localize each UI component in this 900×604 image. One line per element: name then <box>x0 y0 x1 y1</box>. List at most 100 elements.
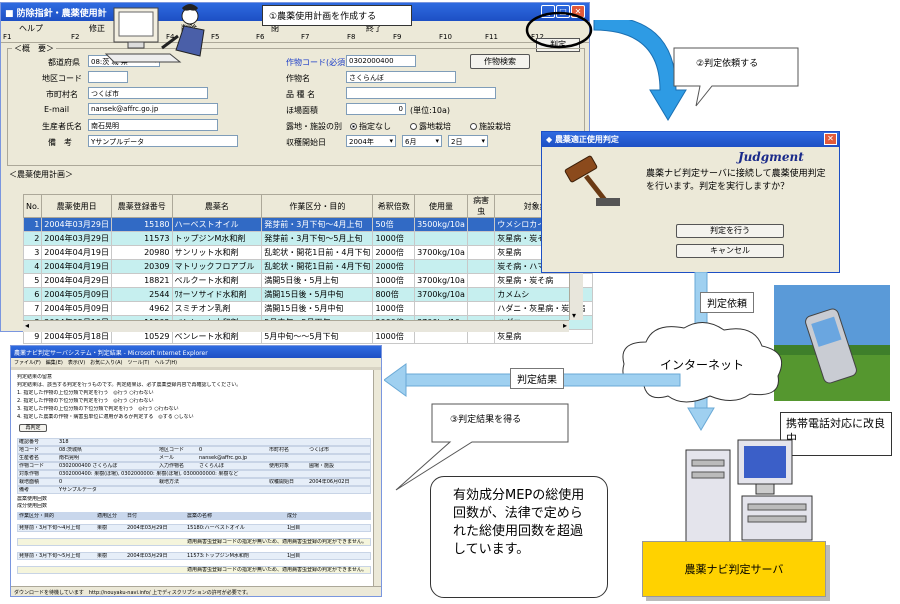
summary-value: nansek@affrc.go.jp <box>199 455 248 461</box>
chevron-down-icon: ▾ <box>435 137 439 145</box>
start-day-select[interactable]: 2日 ▾ <box>448 135 488 147</box>
radio-greenhouse[interactable]: 施設栽培 <box>470 121 511 132</box>
table-cell <box>466 245 496 260</box>
judgment-note-line: 4. 指定した農薬の作物・病害虫単位に適用があるか判定する ◎する ○しない <box>17 414 194 420</box>
scroll-right-icon[interactable]: ▸ <box>563 321 567 330</box>
summary-value: 南石晃明 <box>59 455 80 461</box>
fkey-label: F1 <box>3 33 12 41</box>
table-cell: 2004年03月29日 <box>41 231 112 246</box>
field-area-unit: (単位:10a) <box>410 106 451 115</box>
col-header[interactable]: 希釈倍数 <box>372 194 416 218</box>
judgment-note-line: 判定結果の留意 <box>17 374 53 380</box>
window-title: 防除指針・農薬使用計 <box>16 9 107 19</box>
server-label-box: 農薬ナビ判定サーバ <box>642 541 826 597</box>
table-cell: 1000倍 <box>372 231 416 246</box>
summary-label: 備考 <box>19 487 30 493</box>
area-label: 地区コード <box>42 74 82 83</box>
crop-name-label: 作物名 <box>286 74 310 83</box>
table-row[interactable]: 3 2004年04月19日 20980 サンリット水和剤 乱蛇状・開花1日前・4月下旬 2… <box>22 245 593 260</box>
table-row[interactable]: 5 2004年04月29日 18821 ベルクート水和剤 満開5日後・5月上旬 1000倍… <box>22 273 593 288</box>
menu-help[interactable]: ヘルプ <box>19 23 43 34</box>
crop-search-button[interactable]: 作物検索 <box>470 54 530 69</box>
judgment-note-line: 3. 指定した作物の上位分類の下位分類で判定を行う ◎行う ○行わない <box>17 406 179 412</box>
col-header[interactable]: 作業区分・目的 <box>261 194 374 218</box>
table-cell: 発芽前・3月下旬～4月上旬 <box>261 217 374 232</box>
horizontal-scrollbar[interactable]: ◂ ▸ <box>23 320 569 332</box>
table-row[interactable]: 4 2004年04月19日 20309 マトリックフロアブル 乱蛇状・開花1日前・4月下… <box>22 259 593 274</box>
summary-label: 生産者名 <box>19 455 40 461</box>
table-cell: ﾜｵーソサイド水和剤 <box>171 287 263 302</box>
field-area-input[interactable]: 0 <box>346 103 406 115</box>
callout-request-judgment: ②判定依頼する <box>696 59 759 69</box>
table-cell: 800倍 <box>372 287 416 302</box>
table-cell: 2000倍 <box>372 259 416 274</box>
browser-menubar[interactable]: ファイル(F) 編集(E) 表示(V) お気に入り(A) ツール(T) ヘルプ(… <box>11 358 381 367</box>
radio-open-field[interactable]: 露地栽培 <box>410 121 451 132</box>
table-cell <box>466 217 496 232</box>
remarks-input[interactable]: Yサンプルデータ <box>88 135 238 147</box>
table-row[interactable]: 2 2004年03月29日 11573 トップジンM水和剤 発芽前・3月下旬～5月上旬 1… <box>22 231 593 246</box>
table-cell: 18821 <box>111 273 173 288</box>
highlight-circle <box>525 11 593 49</box>
table-cell <box>466 259 496 274</box>
col-header[interactable]: 農薬使用日 <box>41 194 112 218</box>
table-cell: 2004年05月09日 <box>41 287 112 302</box>
dialog-close-button[interactable]: ✕ <box>824 133 837 145</box>
browser-statusbar: ダウンロードを待機しています http://nouyaku-navi.info/… <box>11 586 381 596</box>
table-row[interactable]: 6 2004年05月09日 2544 ﾜｵーソサイド水和剤 満開15日後・5月中旬 800… <box>22 287 593 302</box>
table-cell: 15180 <box>111 217 173 232</box>
rerun-button[interactable]: 再判定 <box>19 424 47 432</box>
fkey-label: F11 <box>485 33 498 41</box>
summary-value: Yサンプルデータ <box>59 487 97 493</box>
table-cell: 2004年04月19日 <box>41 245 112 260</box>
table-cell <box>466 273 496 288</box>
fkey-label: F6 <box>256 33 265 41</box>
summary-label: 地コード <box>19 447 40 453</box>
radio-empty-icon <box>410 123 417 130</box>
city-input[interactable]: つくば市 <box>88 87 208 99</box>
col-header[interactable]: 使用量 <box>414 194 468 218</box>
scroll-down-icon[interactable]: ▾ <box>572 311 576 320</box>
crop-name-input[interactable]: さくらんぼ <box>346 71 456 83</box>
crop-code-label: 作物コード(必須) <box>286 58 349 67</box>
variety-input[interactable] <box>346 87 496 99</box>
table-row[interactable]: 1 2004年03月29日 15180 ハーベストオイル 発芽前・3月下旬～4月上旬 50… <box>22 217 593 232</box>
table-cell <box>466 287 496 302</box>
start-year-select[interactable]: 2004年 ▾ <box>346 135 396 147</box>
col-header[interactable]: No. <box>22 194 43 218</box>
dialog-cancel-button[interactable]: キャンセル <box>676 244 784 258</box>
radio-open-field-label: 露地栽培 <box>419 122 451 131</box>
chevron-down-icon: ▾ <box>481 137 485 145</box>
table-row[interactable]: 7 2004年05月09日 4962 スミチオン乳剤 満開15日後・5月中旬 1000倍ハ… <box>22 301 593 316</box>
col-header[interactable]: 農薬登録番号 <box>111 194 173 218</box>
email-input[interactable]: nansek@affrc.go.jp <box>88 103 218 115</box>
table-cell: 4962 <box>111 301 173 316</box>
crop-code-input[interactable]: 0302000400 <box>346 55 416 67</box>
table-cell: トップジンM水和剤 <box>171 231 263 246</box>
summary-value: 2004年06月02日 <box>309 479 350 485</box>
table-cell: 満開15日後・5月中旬 <box>261 301 374 316</box>
dialog-ok-button[interactable]: 判定を行う <box>676 224 784 238</box>
table-cell: マトリックフロアブル <box>171 259 263 274</box>
browser-scrollbar[interactable] <box>373 370 381 586</box>
variety-label: 品 種 名 <box>286 90 316 99</box>
table-cell: 2544 <box>111 287 173 302</box>
radio-unspecified[interactable]: 指定なし <box>350 121 391 132</box>
producer-input[interactable]: 南石晃明 <box>88 119 218 131</box>
table-cell: 11573 <box>111 231 173 246</box>
col-header[interactable]: 病害虫 <box>466 194 496 218</box>
area-code-input[interactable] <box>88 71 128 83</box>
radio-empty-icon <box>470 123 477 130</box>
producer-label: 生産者氏名 <box>42 122 82 131</box>
fkey-label: F8 <box>347 33 356 41</box>
table-cell: 2004年03月29日 <box>41 217 112 232</box>
fkey-label: F7 <box>301 33 310 41</box>
summary-label: 確認番号 <box>19 439 40 445</box>
table-cell: 6 <box>22 287 43 302</box>
summary-value: 0302000400: 果樹(ほ場), 0302000000: 果樹(ほ場), … <box>59 471 239 477</box>
fkey-label: F2 <box>71 33 80 41</box>
violation-note-text: 有効成分MEPの総使用回数が、法律で定められた総使用回数を超過しています。 <box>453 488 585 557</box>
col-header[interactable]: 農薬名 <box>171 194 263 218</box>
start-month-select[interactable]: 6月 ▾ <box>402 135 442 147</box>
scroll-left-icon[interactable]: ◂ <box>25 321 29 330</box>
